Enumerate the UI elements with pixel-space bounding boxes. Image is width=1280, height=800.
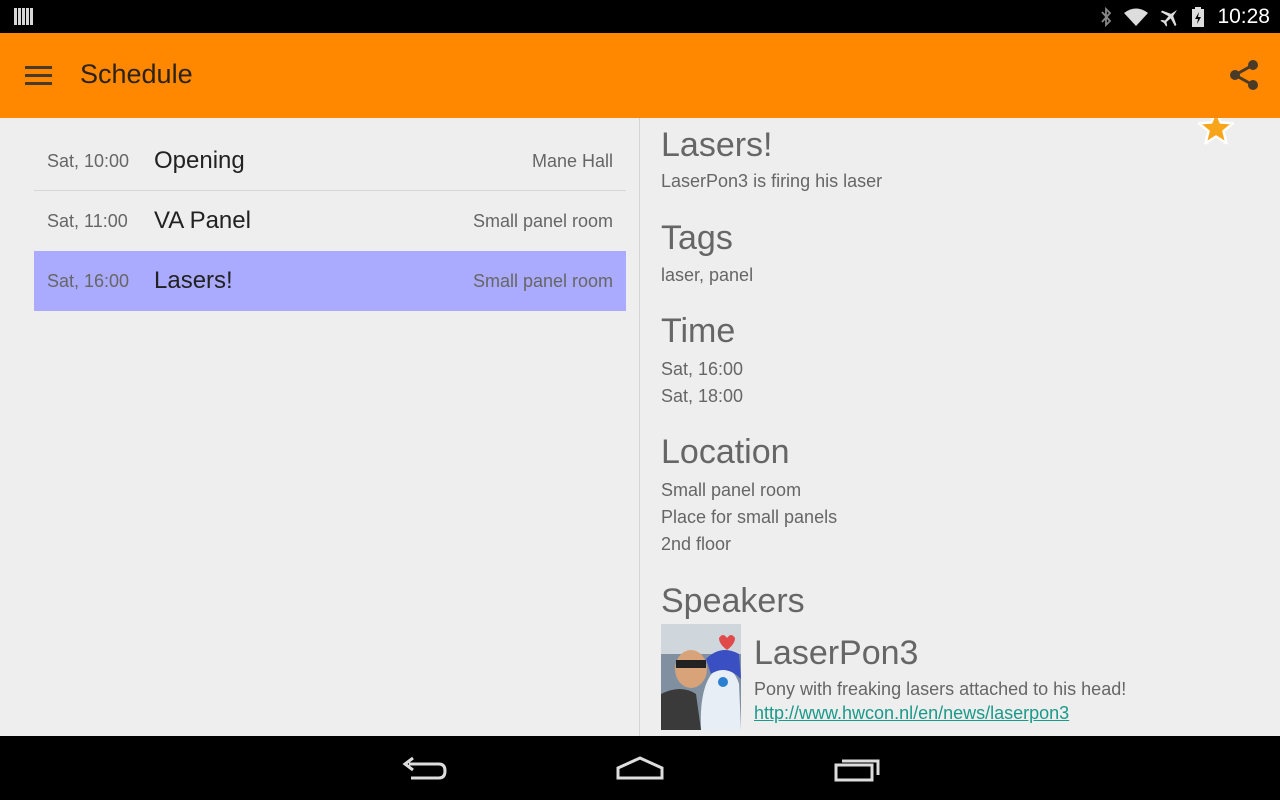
location-description: Place for small panels [661,507,838,527]
event-detail: Lasers! LaserPon3 is firing his laser Ta… [640,118,1280,736]
time-end: Sat, 18:00 [661,386,744,406]
schedule-list: Sat, 10:00 Opening Mane Hall Sat, 11:00 … [0,118,639,736]
star-icon[interactable] [1196,118,1236,148]
event-title: Lasers! [661,126,773,164]
airplane-icon [1160,9,1178,27]
speaker-bio: Pony with freaking lasers attached to hi… [754,679,1127,699]
list-item[interactable]: Sat, 10:00 Opening Mane Hall [34,131,626,191]
home-icon[interactable] [615,752,665,786]
list-item-selected[interactable]: Sat, 16:00 Lasers! Small panel room [34,251,626,311]
speakers-heading: Speakers [661,582,805,620]
location-floor: 2nd floor [661,534,732,554]
item-title: Opening [154,147,245,174]
tags-heading: Tags [661,219,733,257]
back-icon[interactable] [399,752,449,786]
speaker-name: LaserPon3 [754,634,919,672]
menu-icon[interactable] [16,55,60,95]
status-bar: 10:28 [0,0,1280,33]
event-description: LaserPon3 is firing his laser [661,171,883,191]
recents-icon[interactable] [832,752,882,786]
content: Sat, 10:00 Opening Mane Hall Sat, 11:00 … [0,118,1280,736]
navigation-bar [0,736,1280,800]
item-location: Mane Hall [531,151,613,171]
item-time: Sat, 10:00 [47,151,130,171]
page-title: Schedule [80,59,193,89]
item-location: Small panel room [472,271,613,291]
app-bar: Schedule [0,33,1280,118]
bluetooth-icon [1101,6,1112,27]
speaker-avatar [661,624,741,730]
item-time: Sat, 16:00 [47,271,130,291]
item-title: Lasers! [154,267,233,294]
item-title: VA Panel [154,207,251,234]
item-time: Sat, 11:00 [47,211,128,231]
clock: 10:28 [1217,4,1270,28]
notification-icon [14,8,34,25]
battery-icon [1192,6,1205,27]
time-heading: Time [661,312,736,350]
tags-value: laser, panel [661,265,754,285]
share-icon[interactable] [1226,57,1262,93]
speaker-link[interactable]: http://www.hwcon.nl/en/news/laserpon3 [754,703,1069,724]
wifi-icon [1124,8,1149,26]
time-start: Sat, 16:00 [661,359,744,379]
location-name: Small panel room [661,480,802,500]
list-item[interactable]: Sat, 11:00 VA Panel Small panel room [34,191,626,251]
item-location: Small panel room [472,211,613,231]
location-heading: Location [661,433,790,471]
